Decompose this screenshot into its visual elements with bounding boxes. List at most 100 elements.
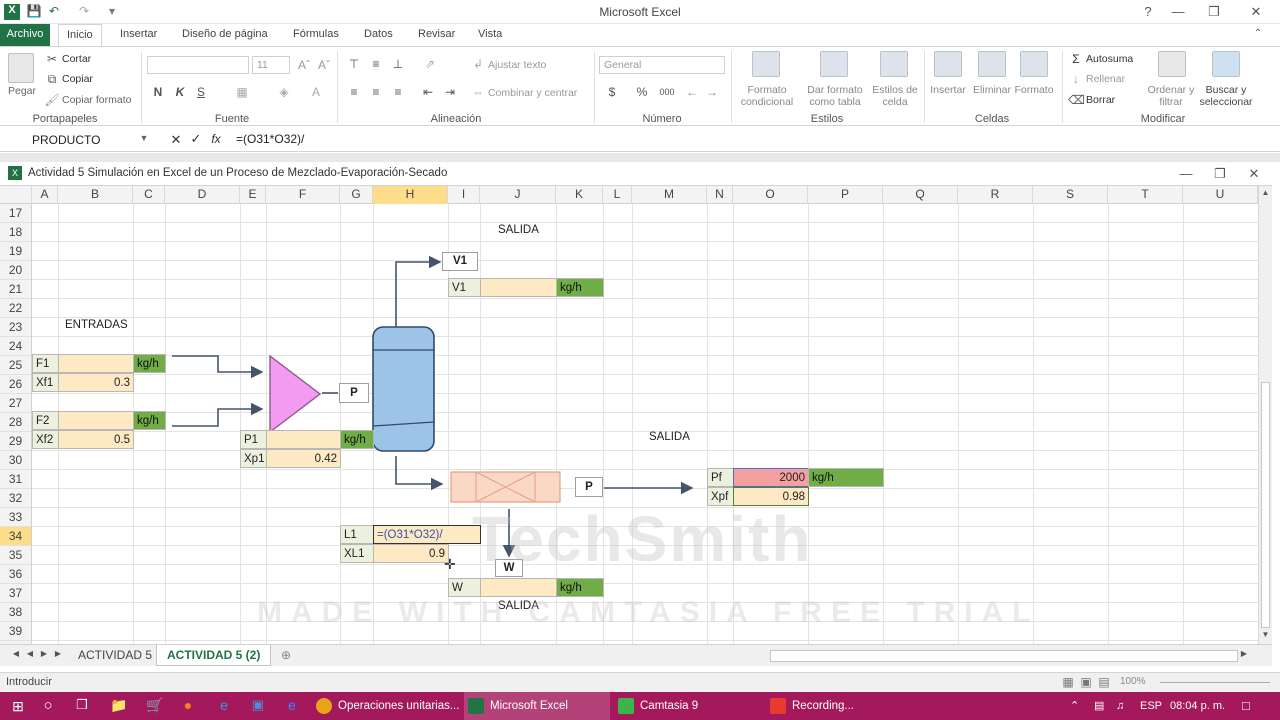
borders-icon[interactable]: ▦ <box>234 85 250 99</box>
row-header[interactable]: 36 <box>0 565 31 584</box>
column-header[interactable]: G <box>340 186 373 204</box>
file-explorer-icon[interactable]: 📁 <box>110 697 127 714</box>
currency-button[interactable]: $ <box>604 85 620 99</box>
align-center-icon[interactable]: ≡ <box>368 85 384 99</box>
column-header[interactable]: Q <box>883 186 958 204</box>
tab-insertar[interactable]: Insertar <box>112 24 165 46</box>
row-header[interactable]: 25 <box>0 356 31 375</box>
paste-icon[interactable] <box>8 53 34 83</box>
increase-decimal-icon[interactable]: ← <box>684 85 700 99</box>
page-break-icon[interactable]: ▤ <box>1096 675 1112 689</box>
cortar-button[interactable]: Cortar <box>62 53 91 65</box>
column-header[interactable]: N <box>707 186 733 204</box>
formula-input[interactable]: =(O31*O32)/ <box>236 132 304 146</box>
column-header[interactable]: T <box>1108 186 1183 204</box>
tray-chevron-icon[interactable]: ⌃ <box>1070 692 1079 720</box>
zoom-slider[interactable] <box>1160 682 1270 683</box>
scroll-down-icon[interactable]: ▼ <box>1259 630 1272 639</box>
column-header[interactable]: F <box>266 186 340 204</box>
wrap-text-icon[interactable]: ↲ <box>470 57 486 71</box>
column-header[interactable]: B <box>58 186 133 204</box>
cell-value-xf1[interactable]: 0.3 <box>58 373 134 392</box>
column-header[interactable]: A <box>32 186 58 204</box>
insertar-button[interactable]: Insertar <box>926 84 970 96</box>
autosuma-button[interactable]: Autosuma <box>1086 53 1133 65</box>
row-header[interactable]: 39 <box>0 622 31 641</box>
cell-value-xp1[interactable]: 0.42 <box>266 449 341 468</box>
formato-condicional-button[interactable]: Formato condicional <box>734 84 800 108</box>
tab-diseno-pagina[interactable]: Diseño de página <box>174 24 276 46</box>
column-header-selected[interactable]: H <box>373 186 448 204</box>
ie-icon[interactable]: e <box>216 697 232 713</box>
cell-editing-l1[interactable]: =(O31*O32)/ <box>373 525 481 544</box>
minimize-icon[interactable]: — <box>1160 2 1196 22</box>
store-icon[interactable]: 🛒 <box>146 697 163 714</box>
column-header[interactable]: J <box>480 186 556 204</box>
workbook-restore-icon[interactable]: ❐ <box>1202 164 1238 184</box>
eliminar-button[interactable]: Eliminar <box>970 84 1014 96</box>
decrease-decimal-icon[interactable]: → <box>704 85 720 99</box>
page-layout-icon[interactable]: ▣ <box>1078 675 1094 689</box>
grow-font-icon[interactable]: Aˆ <box>296 58 312 72</box>
normal-view-icon[interactable]: ▦ <box>1060 675 1076 689</box>
column-header[interactable]: C <box>133 186 165 204</box>
cortana-icon[interactable]: ○ <box>40 697 56 714</box>
row-header[interactable]: 28 <box>0 413 31 432</box>
app-icon[interactable]: ▣ <box>250 697 266 713</box>
increase-indent-icon[interactable]: ⇥ <box>442 85 458 99</box>
enter-formula-icon[interactable]: ✓ <box>188 131 204 147</box>
font-name-combo[interactable] <box>147 56 249 74</box>
input-language[interactable]: ESP <box>1140 692 1162 720</box>
name-box[interactable]: PRODUCTO <box>6 130 146 150</box>
pegar-button[interactable]: Pegar <box>8 85 36 97</box>
column-header[interactable]: U <box>1183 186 1258 204</box>
percent-button[interactable]: % <box>634 85 650 99</box>
column-header[interactable]: M <box>632 186 707 204</box>
row-header[interactable]: 32 <box>0 489 31 508</box>
edge-icon[interactable]: e <box>284 697 300 713</box>
align-middle-icon[interactable]: ≡ <box>368 57 384 71</box>
fill-color-icon[interactable]: ◈ <box>276 85 292 99</box>
sheet-tab-actividad-5-2[interactable]: ACTIVIDAD 5 (2) <box>156 645 272 666</box>
column-header[interactable]: I <box>448 186 480 204</box>
cell-value-pf[interactable]: 2000 <box>733 468 809 487</box>
scroll-thumb[interactable] <box>1261 382 1270 628</box>
column-header[interactable]: P <box>808 186 883 204</box>
workbook-minimize-icon[interactable]: — <box>1168 164 1204 184</box>
clock[interactable]: 08:04 p. m. <box>1170 692 1225 720</box>
borrar-button[interactable]: Borrar <box>1086 94 1115 106</box>
italic-button[interactable]: K <box>172 85 188 99</box>
shrink-font-icon[interactable]: Aˇ <box>316 58 332 72</box>
row-header[interactable]: 24 <box>0 337 31 356</box>
collapse-ribbon-icon[interactable]: ⌃ <box>1240 24 1276 44</box>
spreadsheet-grid[interactable]: SALIDA ENTRADAS SALIDA SALIDA V1 P P W V… <box>32 204 1258 644</box>
tab-datos[interactable]: Datos <box>356 24 401 46</box>
decrease-indent-icon[interactable]: ⇤ <box>420 85 436 99</box>
cell-value-f2[interactable] <box>58 411 134 430</box>
row-header[interactable]: 27 <box>0 394 31 413</box>
row-header[interactable]: 19 <box>0 242 31 261</box>
column-header[interactable]: R <box>958 186 1033 204</box>
row-header[interactable]: 20 <box>0 261 31 280</box>
number-format-combo[interactable]: General <box>599 56 725 74</box>
cell-value-f1[interactable] <box>58 354 134 373</box>
column-header[interactable]: L <box>603 186 632 204</box>
cell-label-w[interactable]: W <box>448 578 481 597</box>
close-icon[interactable]: ✕ <box>1238 2 1274 22</box>
cell-label-xf2[interactable]: Xf2 <box>32 430 59 449</box>
cell-label-xp1[interactable]: Xp1 <box>240 449 267 468</box>
cell-unit-p1[interactable]: kg/h <box>340 430 374 449</box>
row-header[interactable]: 38 <box>0 603 31 622</box>
cell-unit-pf[interactable]: kg/h <box>808 468 884 487</box>
row-header[interactable]: 22 <box>0 299 31 318</box>
cell-unit-v1[interactable]: kg/h <box>556 278 604 297</box>
row-header[interactable]: 37 <box>0 584 31 603</box>
workbook-close-icon[interactable]: ✕ <box>1236 164 1272 184</box>
scroll-right-icon[interactable]: ▶ <box>1236 649 1252 658</box>
row-header-selected[interactable]: 34 <box>0 527 31 546</box>
align-top-icon[interactable]: ⊤ <box>346 57 362 71</box>
tab-archivo[interactable]: Archivo <box>0 24 50 46</box>
notifications-icon[interactable]: □ <box>1242 692 1250 720</box>
cell-label-p1[interactable]: P1 <box>240 430 267 449</box>
cell-unit-w[interactable]: kg/h <box>556 578 604 597</box>
